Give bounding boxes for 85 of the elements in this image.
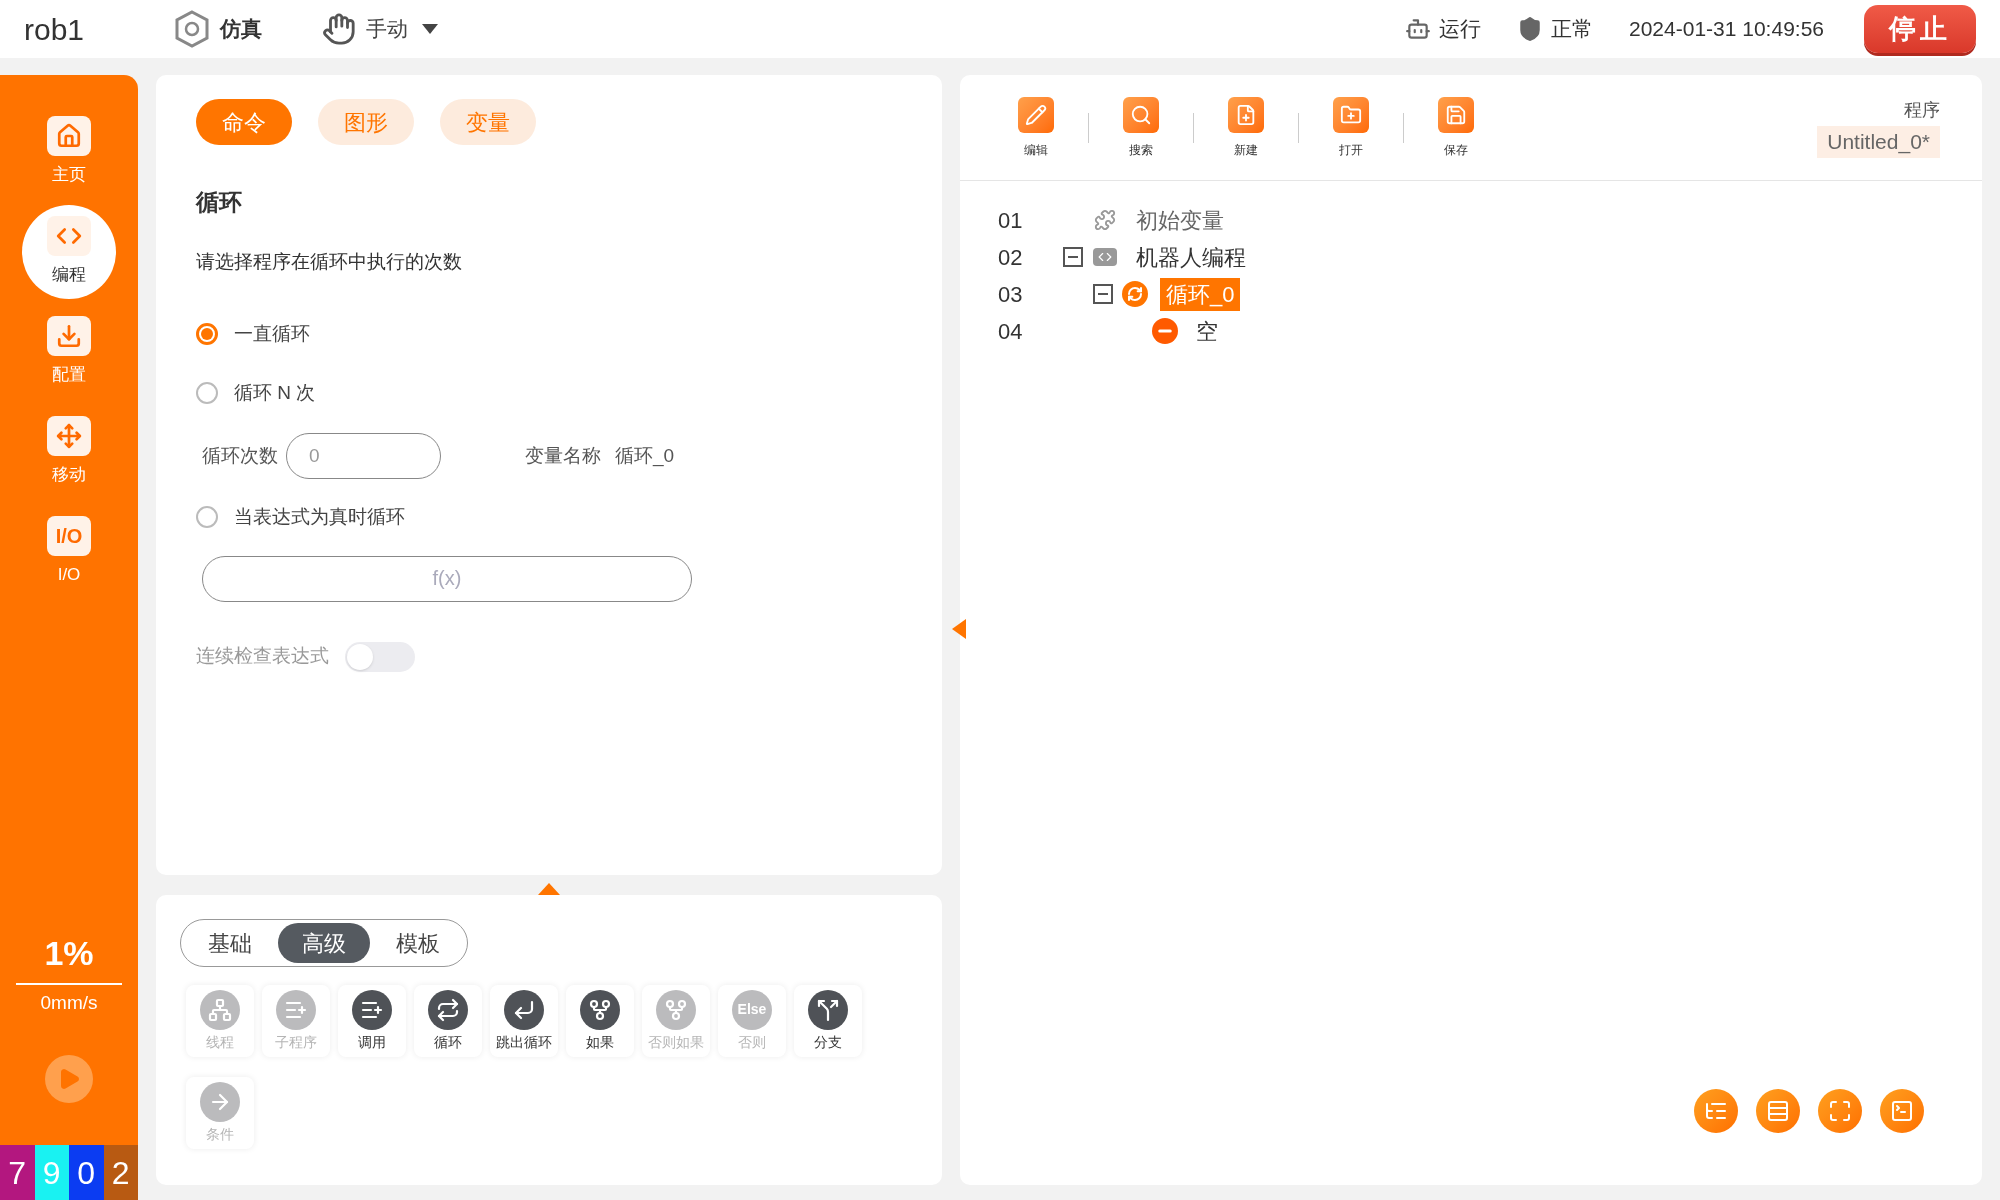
- puzzle-icon: [1094, 209, 1116, 231]
- io-icon: I/O: [47, 516, 91, 557]
- line-number: 03: [998, 280, 1024, 309]
- robot-name: rob1: [24, 11, 86, 48]
- toolbar-button[interactable]: 保存: [1424, 96, 1488, 159]
- hand-icon: [322, 12, 356, 46]
- instruction-text: 请选择程序在循环中执行的次数: [196, 249, 463, 274]
- command-tile[interactable]: 如果: [566, 985, 634, 1057]
- radio-option[interactable]: 当表达式为真时循环: [196, 503, 902, 532]
- tree-node-label[interactable]: 空: [1190, 314, 1224, 348]
- line-number: 01: [998, 206, 1024, 235]
- program-label: 程序: [1904, 99, 1940, 123]
- variable-value: 循环_0: [615, 443, 675, 469]
- save-icon: [1438, 96, 1474, 133]
- switch-icon: [808, 989, 848, 1030]
- command-tile[interactable]: 分支: [794, 985, 862, 1057]
- call-icon: [352, 989, 392, 1030]
- toolbar-button[interactable]: 编辑: [1004, 96, 1068, 159]
- mode-label: 仿真: [220, 16, 262, 43]
- toolbar-button[interactable]: 打开: [1319, 96, 1383, 159]
- radio-option[interactable]: 循环 N 次: [196, 378, 902, 407]
- radio-button[interactable]: [196, 323, 218, 346]
- search-icon: [1123, 96, 1159, 133]
- counter-digit: 7: [0, 1145, 35, 1200]
- sidebar-item[interactable]: 编程: [22, 205, 116, 299]
- fullscreen-icon[interactable]: [1818, 1089, 1862, 1133]
- command-tile[interactable]: 循环: [414, 985, 482, 1057]
- loop-icon: [1122, 281, 1148, 307]
- datetime: 2024-01-31 10:49:56: [1629, 16, 1824, 43]
- code-icon: [47, 216, 91, 257]
- command-tile[interactable]: 调用: [338, 985, 406, 1057]
- radio-button[interactable]: [196, 381, 218, 404]
- counter-digit: 0: [69, 1145, 104, 1200]
- play-button[interactable]: [45, 1055, 93, 1103]
- subroutine-icon: [276, 989, 316, 1030]
- line-number: 02: [998, 243, 1024, 272]
- terminal-icon[interactable]: [1880, 1089, 1924, 1133]
- config-icon: [47, 316, 91, 357]
- program-name: Untitled_0*: [1817, 126, 1940, 158]
- shield-icon: [1517, 16, 1543, 42]
- toggle-switch[interactable]: [345, 641, 415, 672]
- palette-tab[interactable]: 模板: [372, 923, 464, 963]
- counter-digit: 2: [103, 1145, 138, 1200]
- elseif-icon: [656, 989, 696, 1030]
- velocity-value: 0mm/s: [40, 990, 98, 1015]
- tree-node-label[interactable]: 初始变量: [1130, 203, 1230, 237]
- expression-field[interactable]: f(x): [202, 555, 692, 602]
- home-icon: [47, 116, 91, 157]
- move-icon: [47, 416, 91, 457]
- else-icon: Else: [732, 989, 772, 1030]
- open-icon: [1333, 96, 1369, 133]
- status-label: 正常: [1551, 16, 1593, 43]
- thread-icon: [200, 989, 240, 1030]
- command-tile[interactable]: 跳出循环: [490, 985, 558, 1057]
- variable-label: 变量名称: [525, 443, 601, 468]
- code-window-icon: [1093, 248, 1117, 266]
- edit-icon: [1018, 96, 1054, 133]
- if-icon: [580, 989, 620, 1030]
- hexagon-icon: [174, 10, 210, 48]
- speed-percent: 1%: [44, 932, 94, 974]
- toolbar-button[interactable]: 新建: [1214, 96, 1278, 159]
- continuous-check-label: 连续检查表达式: [196, 644, 329, 669]
- counter-digit: 9: [34, 1145, 69, 1200]
- condition-icon: [200, 1081, 240, 1122]
- toolbar-button[interactable]: 搜索: [1109, 96, 1173, 159]
- palette-tab[interactable]: 高级: [278, 923, 370, 963]
- caret-icon: [422, 24, 438, 34]
- count-label: 循环次数: [202, 443, 278, 468]
- collapse-toggle[interactable]: [1093, 284, 1113, 304]
- status-label: 运行: [1439, 16, 1481, 43]
- tree-node-label[interactable]: 机器人编程: [1130, 240, 1252, 274]
- collapse-all-icon[interactable]: [1694, 1089, 1738, 1133]
- collapse-toggle[interactable]: [1063, 247, 1083, 267]
- radio-button[interactable]: [196, 506, 218, 529]
- new-icon: [1228, 96, 1264, 133]
- section-title: 循环: [196, 188, 243, 217]
- control-mode-dropdown[interactable]: 手动: [366, 13, 438, 45]
- stop-button[interactable]: 停止: [1864, 5, 1976, 53]
- collapse-left-icon[interactable]: [952, 619, 966, 639]
- radio-option[interactable]: 一直循环: [196, 320, 902, 349]
- loop-icon: [428, 989, 468, 1030]
- line-number: 04: [998, 317, 1024, 346]
- palette-tab[interactable]: 基础: [184, 923, 276, 963]
- expand-all-icon[interactable]: [1756, 1089, 1800, 1133]
- break-icon: [504, 989, 544, 1030]
